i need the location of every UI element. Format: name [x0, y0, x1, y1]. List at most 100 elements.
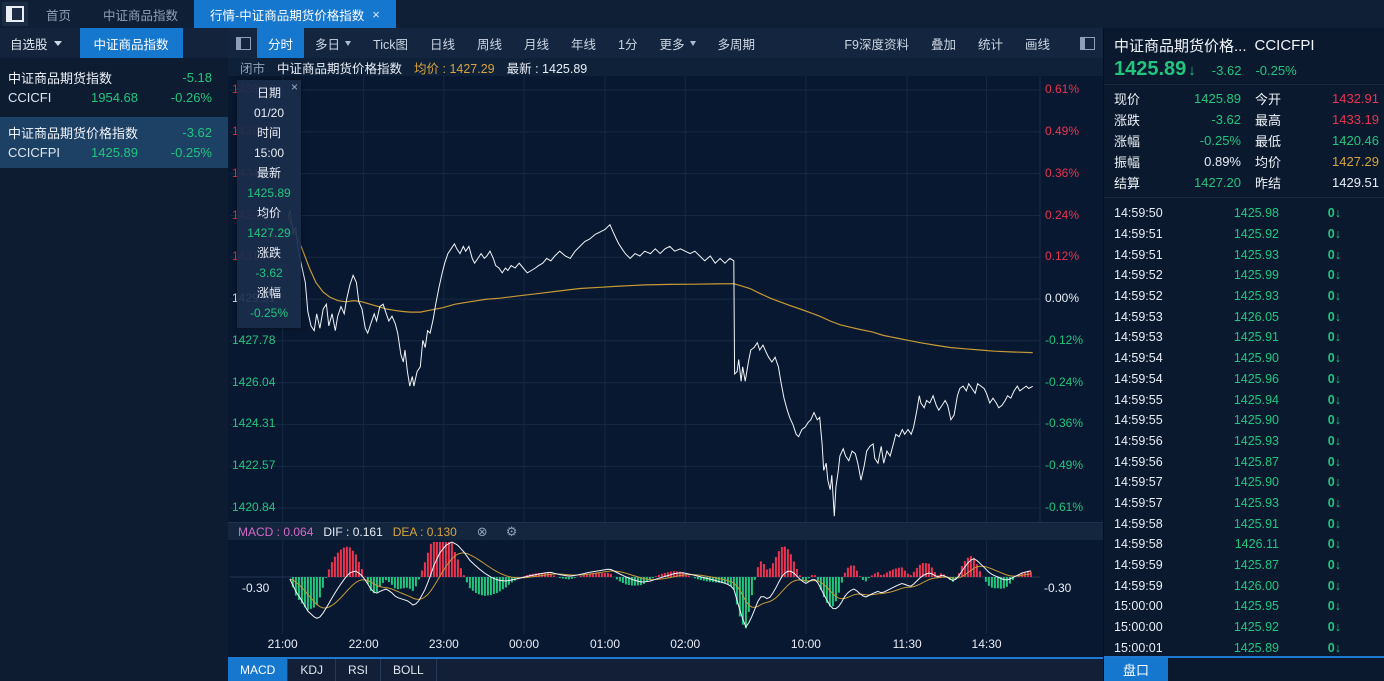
watchlist-group-dropdown[interactable]: 自选股	[0, 28, 70, 58]
trade-price: 1425.94	[1176, 393, 1279, 407]
watchlist-item[interactable]: 中证商品期货指数-5.18CCICFI1954.68-0.26%	[0, 62, 228, 113]
trade-row[interactable]: 14:59:591426.000↓	[1104, 575, 1384, 596]
trade-time: 14:59:58	[1114, 537, 1176, 551]
trade-price: 1426.05	[1176, 310, 1279, 324]
trade-volume: 0↓	[1279, 393, 1341, 407]
down-arrow-icon: ↓	[1335, 248, 1341, 262]
toolbar-button-label: 分时	[268, 34, 293, 53]
toolbar-button-多周期[interactable]: 多周期	[707, 28, 767, 58]
indicator-tab-KDJ[interactable]: KDJ	[288, 659, 336, 681]
down-arrow-icon: ↓	[1335, 537, 1341, 551]
toolbar-button-1分[interactable]: 1分	[607, 28, 648, 58]
trade-row[interactable]: 15:00:011425.890↓	[1104, 637, 1384, 658]
top-tab-label: 行情-中证商品期货价格指数	[210, 5, 364, 24]
stats-row: 涨跌-3.62最高1433.19	[1114, 109, 1379, 130]
collapse-right-panel-icon[interactable]	[1080, 37, 1095, 50]
trade-row[interactable]: 15:00:001425.920↓	[1104, 617, 1384, 638]
trade-row[interactable]: 14:59:561425.870↓	[1104, 451, 1384, 472]
toolbar-link-画线[interactable]: 画线	[1025, 34, 1050, 53]
toolbar-button-分时[interactable]: 分时	[257, 28, 304, 58]
toolbar-button-label: 月线	[524, 34, 549, 53]
trade-row[interactable]: 14:59:541425.900↓	[1104, 348, 1384, 369]
trade-row[interactable]: 14:59:581425.910↓	[1104, 513, 1384, 534]
indicator-settings-gear-icon[interactable]: ⚙	[506, 524, 518, 540]
trade-row[interactable]: 14:59:511425.930↓	[1104, 244, 1384, 265]
toolbar-button-Tick图[interactable]: Tick图	[362, 28, 419, 58]
trade-volume: 0↓	[1279, 227, 1341, 241]
close-indicator-icon[interactable]: ⊗	[477, 524, 488, 540]
chevron-down-icon	[54, 41, 62, 46]
toolbar-button-多日[interactable]: 多日	[304, 28, 362, 58]
trade-row[interactable]: 14:59:521425.990↓	[1104, 265, 1384, 286]
trade-row[interactable]: 14:59:581426.110↓	[1104, 534, 1384, 555]
last-price-readout: 最新 : 1425.89	[507, 58, 588, 77]
watchlist-tab-active[interactable]: 中证商品指数	[80, 28, 183, 58]
tooltip-value: 01/20	[237, 103, 301, 123]
trade-row[interactable]: 14:59:501425.980↓	[1104, 203, 1384, 224]
indicator-tab-bar: MACDKDJRSIBOLL	[228, 657, 1103, 681]
top-tab-1[interactable]: 首页	[30, 0, 87, 28]
toolbar-button-更多[interactable]: 更多	[649, 28, 707, 58]
trade-time: 14:59:50	[1114, 206, 1176, 220]
trade-volume: 0↓	[1279, 330, 1341, 344]
trade-time: 15:00:00	[1114, 620, 1176, 634]
toolbar-link-统计[interactable]: 统计	[978, 34, 1003, 53]
trade-row[interactable]: 14:59:551425.900↓	[1104, 410, 1384, 431]
tooltip-value: 15:00	[237, 143, 301, 163]
macd-indicator-chart[interactable]	[228, 540, 1103, 634]
watchlist-item[interactable]: 中证商品期货价格指数-3.62CCICFPI1425.89-0.25%	[0, 117, 228, 168]
trade-row[interactable]: 14:59:571425.930↓	[1104, 493, 1384, 514]
top-tab-bar: 首页中证商品指数行情-中证商品期货价格指数 ×	[0, 0, 1384, 29]
trade-row[interactable]: 14:59:531426.050↓	[1104, 306, 1384, 327]
toolbar-button-label: Tick图	[373, 34, 408, 53]
trade-volume: 0↓	[1279, 496, 1341, 510]
toolbar-button-周线[interactable]: 周线	[466, 28, 513, 58]
trade-price: 1425.93	[1176, 289, 1279, 303]
intraday-price-chart[interactable]	[228, 76, 1103, 522]
trade-row[interactable]: 14:59:541425.960↓	[1104, 369, 1384, 390]
toolbar-button-日线[interactable]: 日线	[419, 28, 466, 58]
trade-row[interactable]: 14:59:511425.920↓	[1104, 224, 1384, 245]
indicator-tab-MACD[interactable]: MACD	[228, 659, 288, 681]
price-value: 1954.68	[86, 90, 148, 105]
trade-row[interactable]: 14:59:551425.940↓	[1104, 389, 1384, 410]
collapse-left-panel-icon[interactable]	[236, 37, 251, 50]
trade-price: 1426.11	[1176, 537, 1279, 551]
down-arrow-icon: ↓	[1335, 496, 1341, 510]
top-tab-2[interactable]: 中证商品指数	[87, 0, 194, 28]
trade-row[interactable]: 14:59:521425.930↓	[1104, 286, 1384, 307]
toolbar-link-叠加[interactable]: 叠加	[931, 34, 956, 53]
trade-price: 1425.91	[1176, 330, 1279, 344]
trade-volume: 0↓	[1279, 372, 1341, 386]
toolbar-link-F9深度资料[interactable]: F9深度资料	[844, 34, 909, 53]
trade-row[interactable]: 15:00:001425.950↓	[1104, 596, 1384, 617]
time-axis-label: 00:00	[509, 637, 539, 651]
pankou-tab-button[interactable]: 盘口	[1104, 658, 1168, 681]
stats-row: 结算1427.20昨结1429.51	[1114, 172, 1379, 193]
time-axis-label: 23:00	[429, 637, 459, 651]
toolbar-button-月线[interactable]: 月线	[513, 28, 560, 58]
trade-price: 1425.99	[1176, 268, 1279, 282]
close-icon[interactable]: ×	[291, 81, 298, 93]
down-arrow-icon: ↓	[1335, 475, 1341, 489]
trade-time: 14:59:59	[1114, 558, 1176, 572]
toolbar-button-年线[interactable]: 年线	[560, 28, 607, 58]
trade-row[interactable]: 14:59:571425.900↓	[1104, 472, 1384, 493]
close-icon[interactable]: ×	[372, 7, 380, 22]
tick-trade-list[interactable]: 14:59:501425.980↓14:59:511425.920↓14:59:…	[1104, 203, 1384, 658]
down-arrow-icon: ↓	[1335, 641, 1341, 655]
trade-time: 15:00:01	[1114, 641, 1176, 655]
stat-value: 1425.89	[1154, 91, 1241, 106]
indicator-tab-BOLL[interactable]: BOLL	[381, 659, 437, 681]
indicator-tab-RSI[interactable]: RSI	[336, 659, 381, 681]
change-pct-value: -0.25%	[148, 145, 212, 160]
tooltip-label: 涨幅	[237, 283, 301, 303]
top-tab-3[interactable]: 行情-中证商品期货价格指数 ×	[194, 0, 396, 28]
window-panel-icon	[6, 6, 24, 22]
sidebar-toggle-button[interactable]	[2, 2, 28, 26]
trade-row[interactable]: 14:59:591425.870↓	[1104, 555, 1384, 576]
tooltip-value: 1425.89	[237, 183, 301, 203]
trade-row[interactable]: 14:59:561425.930↓	[1104, 431, 1384, 452]
trade-time: 14:59:54	[1114, 351, 1176, 365]
trade-row[interactable]: 14:59:531425.910↓	[1104, 327, 1384, 348]
